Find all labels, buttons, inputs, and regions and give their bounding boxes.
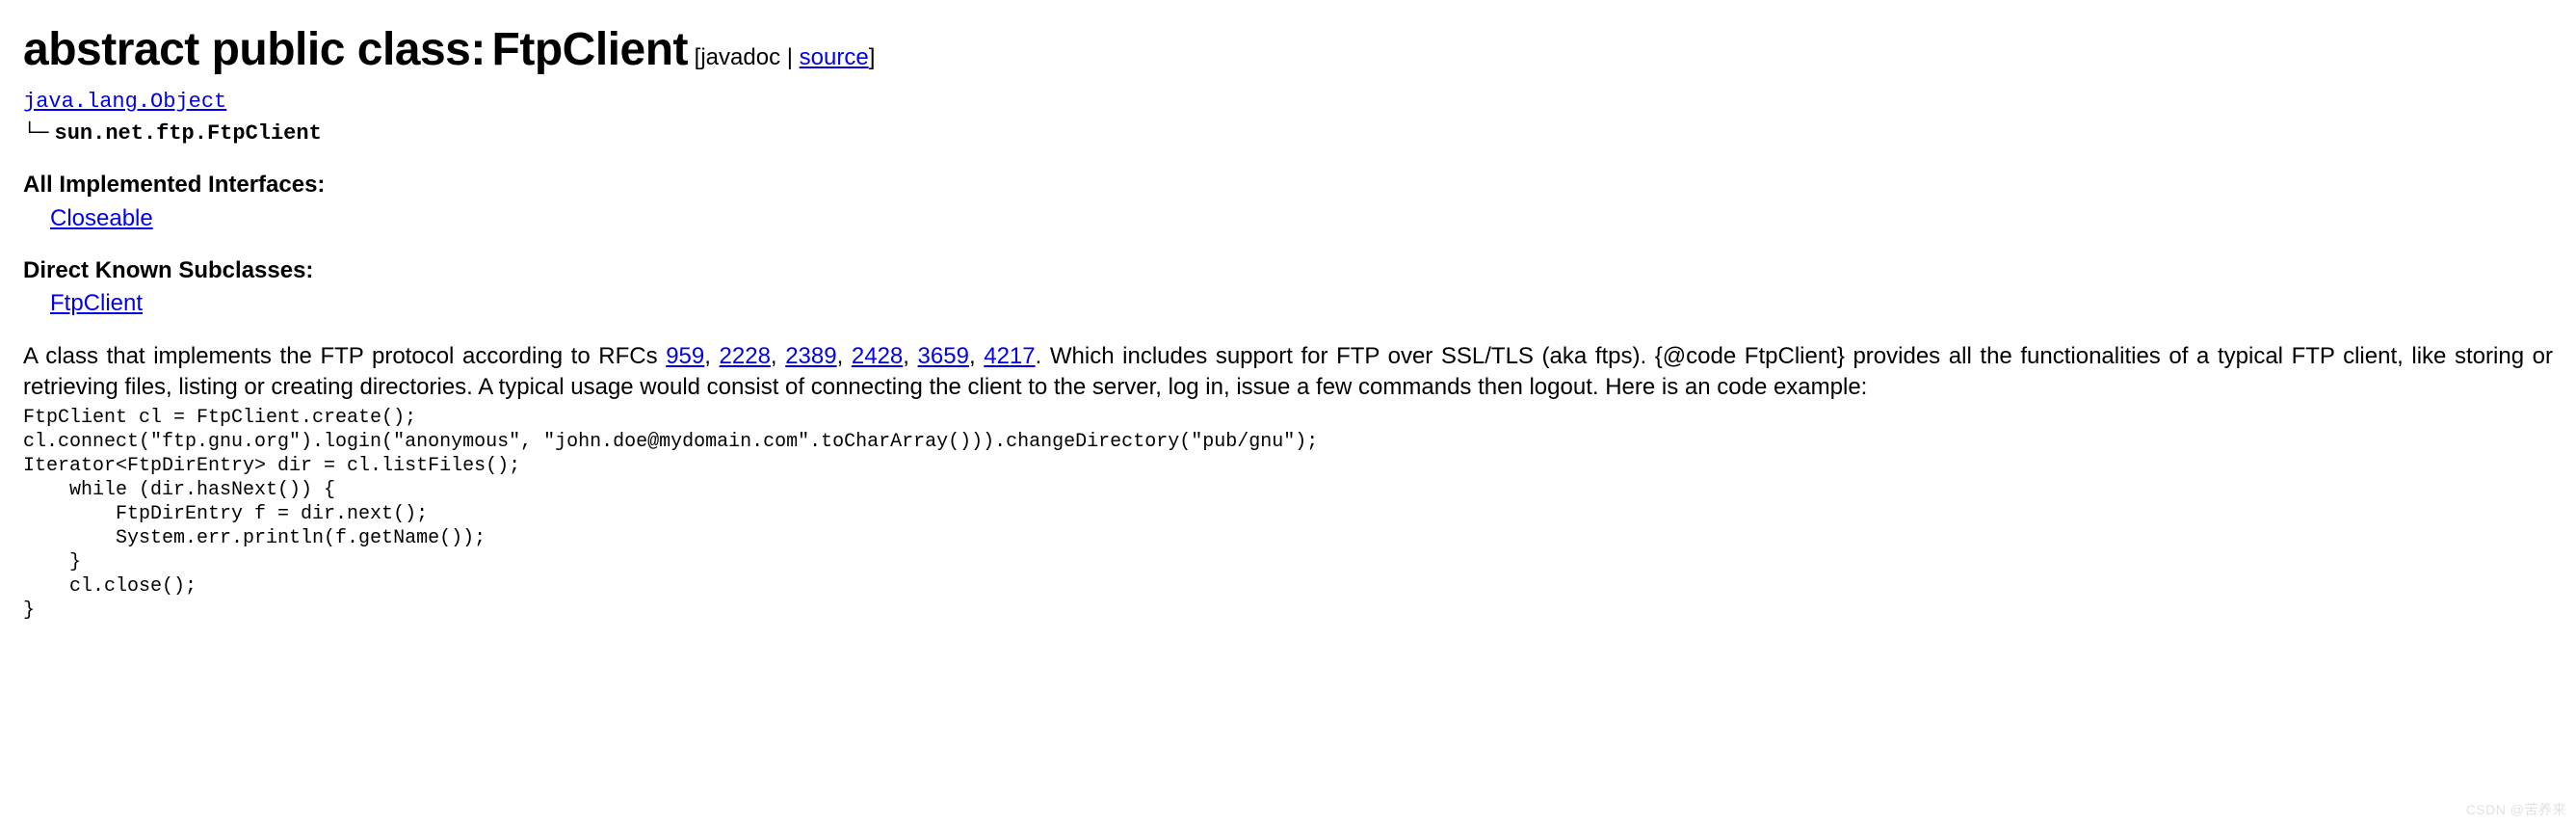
direct-subclasses-heading: Direct Known Subclasses: <box>23 255 2553 286</box>
javadoc-label: javadoc <box>700 44 780 70</box>
hierarchy-child: sun.net.ftp.FtpClient <box>55 121 322 146</box>
title-meta: [javadoc | source] <box>695 44 876 70</box>
rfc-link[interactable]: 959 <box>666 343 704 369</box>
class-hierarchy: java.lang.Object └─ sun.net.ftp.FtpClien… <box>23 86 2553 148</box>
class-description: A class that implements the FTP protocol… <box>23 341 2553 404</box>
rfc-link[interactable]: 2428 <box>852 343 903 369</box>
watermark: CSDN @苦养来 <box>2466 801 2566 819</box>
implemented-interfaces-heading: All Implemented Interfaces: <box>23 170 2553 200</box>
desc-pre-rfc: A class that implements the FTP protocol… <box>23 343 666 369</box>
interface-link-closeable[interactable]: Closeable <box>50 205 153 231</box>
class-name: FtpClient <box>492 24 688 75</box>
rfc-link-list: 959, 2228, 2389, 2428, 3659, 4217 <box>666 343 1035 369</box>
hierarchy-root-link[interactable]: java.lang.Object <box>23 90 226 114</box>
rfc-link[interactable]: 2389 <box>785 343 836 369</box>
rfc-link[interactable]: 4217 <box>984 343 1035 369</box>
bracket-close: ] <box>869 44 876 70</box>
title-sep: | <box>780 44 800 70</box>
rfc-link[interactable]: 3659 <box>918 343 969 369</box>
code-example: FtpClient cl = FtpClient.create(); cl.co… <box>23 406 2553 623</box>
rfc-link[interactable]: 2228 <box>720 343 771 369</box>
class-title-line: abstract public class: FtpClient [javado… <box>23 19 2553 82</box>
subclass-link-ftpclient[interactable]: FtpClient <box>50 290 143 316</box>
class-modifiers: abstract public class: <box>23 24 486 75</box>
tree-branch-icon: └─ <box>23 120 48 148</box>
source-link[interactable]: source <box>800 44 869 70</box>
